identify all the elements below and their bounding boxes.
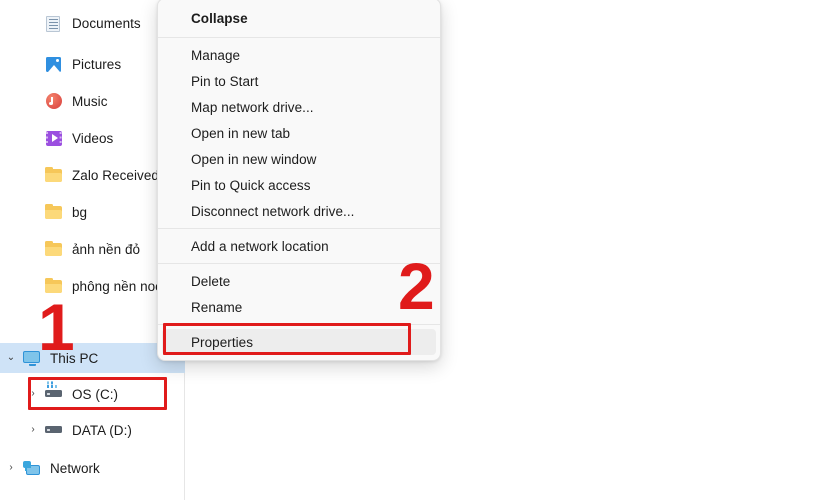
menu-item-label: Open in new tab [191, 125, 291, 141]
nav-item-os-c[interactable]: › OS (C:) [0, 379, 184, 409]
nav-item-label: Videos [72, 130, 114, 146]
music-icon [44, 92, 66, 110]
nav-item-label: This PC [50, 350, 99, 366]
folder-icon [44, 203, 66, 221]
videos-icon [44, 129, 66, 147]
drive-os-icon [44, 385, 66, 403]
chevron-right-icon[interactable]: › [0, 463, 22, 473]
menu-item-pin-to-start[interactable]: Pin to Start [158, 68, 440, 94]
menu-item-manage[interactable]: Manage [158, 42, 440, 68]
menu-item-pin-to-quick-access[interactable]: Pin to Quick access [158, 172, 440, 198]
menu-item-label: Map network drive... [191, 99, 314, 115]
nav-item-label: phông nền noel [72, 278, 166, 294]
documents-icon [44, 14, 66, 32]
menu-item-label: Manage [191, 47, 241, 63]
chevron-right-icon[interactable]: › [22, 425, 44, 435]
menu-separator [158, 324, 440, 325]
menu-item-rename[interactable]: Rename [158, 294, 440, 320]
menu-item-map-network-drive[interactable]: Map network drive... [158, 94, 440, 120]
nav-item-label: Pictures [72, 56, 122, 72]
nav-item-label: bg [72, 204, 88, 220]
folder-icon [44, 166, 66, 184]
menu-item-label: Open in new window [191, 151, 317, 167]
menu-separator [158, 37, 440, 38]
menu-item-collapse[interactable]: Collapse [158, 3, 440, 33]
pictures-icon [44, 55, 66, 73]
nav-item-label: Network [50, 460, 100, 476]
nav-item-label: OS (C:) [72, 386, 119, 402]
folder-icon [44, 277, 66, 295]
nav-item-network[interactable]: › Network [0, 453, 184, 483]
nav-item-label: Music [72, 93, 108, 109]
menu-item-label: Properties [191, 334, 254, 350]
nav-item-data-d[interactable]: › DATA (D:) [0, 415, 184, 445]
menu-item-open-in-new-tab[interactable]: Open in new tab [158, 120, 440, 146]
context-menu: Collapse Manage Pin to Start Map network… [157, 0, 441, 361]
this-pc-icon [22, 349, 44, 367]
nav-item-label: ảnh nền đỏ [72, 241, 141, 257]
network-icon [22, 459, 44, 477]
menu-item-label: Add a network location [191, 238, 329, 254]
menu-item-properties[interactable]: Properties [162, 329, 436, 355]
menu-item-label: Delete [191, 273, 231, 289]
menu-separator [158, 228, 440, 229]
menu-item-label: Rename [191, 299, 243, 315]
nav-item-label: DATA (D:) [72, 422, 132, 438]
chevron-right-icon[interactable]: › [22, 389, 44, 399]
screenshot-root: Authors: trúc Documents Pictures Music V… [0, 0, 840, 500]
menu-item-label: Pin to Start [191, 73, 259, 89]
nav-item-label: Documents [72, 15, 141, 31]
menu-item-add-a-network-location[interactable]: Add a network location [158, 233, 440, 259]
menu-item-label: Pin to Quick access [191, 177, 311, 193]
folder-icon [44, 240, 66, 258]
menu-bottom-padding [158, 355, 440, 360]
menu-item-label: Disconnect network drive... [191, 203, 355, 219]
menu-item-label: Collapse [191, 10, 248, 26]
drive-icon [44, 421, 66, 439]
menu-item-disconnect-network-drive[interactable]: Disconnect network drive... [158, 198, 440, 224]
menu-separator [158, 263, 440, 264]
menu-item-open-in-new-window[interactable]: Open in new window [158, 146, 440, 172]
chevron-down-icon[interactable]: ⌄ [0, 353, 22, 363]
menu-item-delete[interactable]: Delete [158, 268, 440, 294]
